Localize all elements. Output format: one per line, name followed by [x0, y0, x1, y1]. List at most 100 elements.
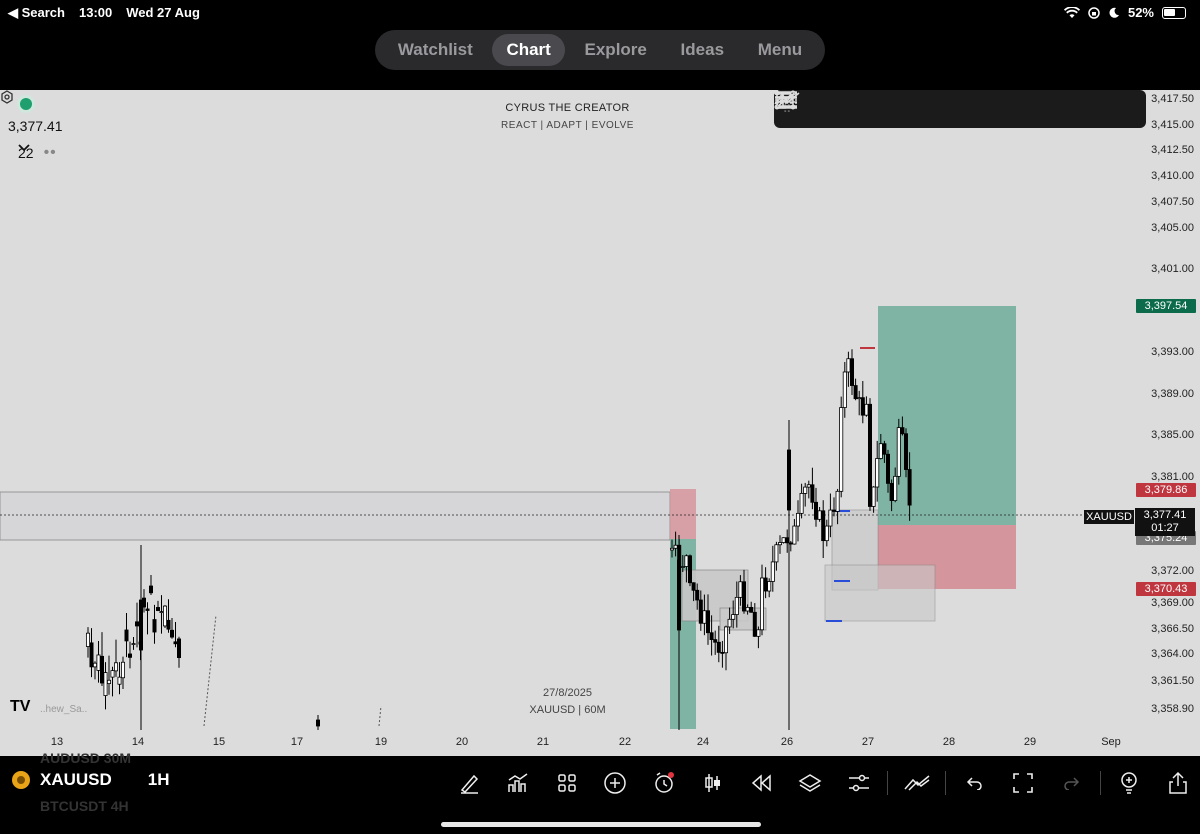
- fib-retracement-icon[interactable]: [775, 90, 986, 128]
- candle-body: [770, 561, 775, 582]
- candle-body: [702, 610, 707, 624]
- candle-body: [155, 607, 160, 611]
- time-axis-label: 19: [374, 736, 388, 748]
- candle-body: [788, 542, 793, 545]
- candle-body: [886, 453, 891, 484]
- candle-body: [713, 639, 718, 643]
- chart-footer-date: 27/8/2025: [543, 687, 592, 699]
- long-position-target-zone: [878, 306, 1016, 525]
- candle-body: [684, 555, 689, 567]
- rectangle-icon[interactable]: [774, 90, 870, 128]
- ghost-row-1: AUDUSD 30M: [40, 750, 132, 766]
- candle-body: [93, 662, 98, 668]
- candle-body: [893, 475, 898, 501]
- tab-menu[interactable]: Menu: [744, 34, 816, 66]
- tab-ideas[interactable]: Ideas: [667, 34, 738, 66]
- price-level-tag: 3,370.43: [1136, 582, 1196, 596]
- layers-icon[interactable]: [786, 766, 835, 800]
- candle-body: [742, 581, 747, 612]
- candle-body: [677, 559, 682, 631]
- candle-body: [875, 458, 880, 488]
- chart-drawing-layer[interactable]: [0, 90, 1200, 756]
- alert-icon[interactable]: [640, 766, 689, 800]
- settings-sliders-icon[interactable]: [835, 766, 884, 800]
- candle-body: [162, 605, 167, 627]
- price-axis-label: 3,381.00: [1151, 471, 1194, 483]
- candle-body: [835, 490, 840, 512]
- path-icon[interactable]: [774, 90, 1024, 128]
- time-axis-label: 22: [618, 736, 632, 748]
- candle-body: [166, 619, 171, 630]
- text-icon[interactable]: [776, 90, 947, 128]
- symbol-name[interactable]: XAUUSD: [40, 770, 112, 790]
- ideas-bulb-icon[interactable]: [1105, 766, 1154, 800]
- timeframe-button[interactable]: 1H: [148, 770, 170, 790]
- home-indicator[interactable]: [441, 822, 761, 827]
- candle-type-icon[interactable]: [688, 766, 737, 800]
- candle-body: [850, 358, 855, 386]
- replay-icon[interactable]: [737, 766, 786, 800]
- trend-line-icon[interactable]: [774, 90, 1063, 128]
- tab-explore[interactable]: Explore: [571, 34, 661, 66]
- candle-body: [907, 469, 912, 506]
- indicator-collapse[interactable]: 22 ••: [18, 144, 57, 162]
- price-axis-label: 3,366.50: [1151, 623, 1194, 635]
- indicators-icon[interactable]: [494, 766, 543, 800]
- tab-watchlist[interactable]: Watchlist: [384, 34, 487, 66]
- candle-body: [810, 484, 815, 503]
- chart-canvas[interactable]: 3,377.41 22 •• CYRUS THE CREATOR REACT |…: [0, 90, 1200, 756]
- candle-body: [817, 510, 822, 520]
- share-icon[interactable]: [1154, 766, 1200, 800]
- wifi-icon: [1063, 6, 1080, 18]
- candle-body: [731, 614, 736, 620]
- candle-body: [709, 632, 714, 640]
- candle-body: [853, 385, 858, 400]
- price-axis-label: 3,358.90: [1151, 703, 1194, 715]
- price-axis-label: 3,417.50: [1151, 93, 1194, 105]
- candle-body: [145, 608, 150, 611]
- candle-body: [695, 589, 700, 601]
- battery-icon: [1162, 6, 1186, 19]
- redo-icon[interactable]: [1047, 766, 1096, 800]
- back-to-search-link[interactable]: ◀ Search: [8, 5, 65, 21]
- candle-body: [152, 619, 157, 633]
- undo-icon[interactable]: [950, 766, 999, 800]
- candle-body: [752, 611, 757, 637]
- brush-icon[interactable]: [775, 90, 1101, 128]
- parallel-channel-icon[interactable]: [775, 90, 909, 128]
- rotation-lock-icon: [1088, 6, 1100, 19]
- candle-body: [670, 547, 675, 551]
- price-axis-label: 3,389.00: [1151, 388, 1194, 400]
- candle-body: [89, 642, 94, 668]
- candle-body: [127, 653, 132, 658]
- candle-body: [173, 641, 178, 645]
- more-dots-icon[interactable]: ••: [44, 144, 57, 162]
- candle-body: [821, 510, 826, 542]
- time-axis[interactable]: 13 14 15 17 19 20 21 22 24 26 27 28 29 Sep: [0, 736, 1200, 756]
- time-axis-label: 17: [290, 736, 304, 748]
- status-time: 13:00: [78, 5, 113, 20]
- drawings-icon[interactable]: [892, 766, 941, 800]
- tab-chart[interactable]: Chart: [492, 34, 565, 66]
- candle-body: [882, 443, 887, 455]
- layout-grid-icon[interactable]: [542, 766, 591, 800]
- price-axis-label: 3,401.00: [1151, 263, 1194, 275]
- candle-body: [878, 443, 883, 459]
- chart-settings-gear-icon[interactable]: [0, 90, 14, 104]
- candle-body: [734, 596, 739, 615]
- drawing-toolbar: ⠿: [774, 90, 1146, 128]
- pencil-icon[interactable]: [445, 766, 494, 800]
- status-bar: ◀ Search 13:00 Wed 27 Aug 52%: [0, 0, 1200, 26]
- candle-body: [131, 643, 136, 645]
- symbol-selector[interactable]: XAUUSD 1H: [12, 770, 170, 790]
- fullscreen-icon[interactable]: [999, 766, 1048, 800]
- chevron-down-icon[interactable]: [18, 144, 30, 152]
- candle-body: [806, 484, 811, 488]
- add-icon[interactable]: [591, 766, 640, 800]
- candle-body: [680, 566, 685, 568]
- time-axis-label: 26: [780, 736, 794, 748]
- time-axis-label: 27: [861, 736, 875, 748]
- time-axis-label: 14: [131, 736, 145, 748]
- candle-body: [803, 486, 808, 494]
- chart-footer-symbol: XAUUSD | 60M: [529, 704, 606, 716]
